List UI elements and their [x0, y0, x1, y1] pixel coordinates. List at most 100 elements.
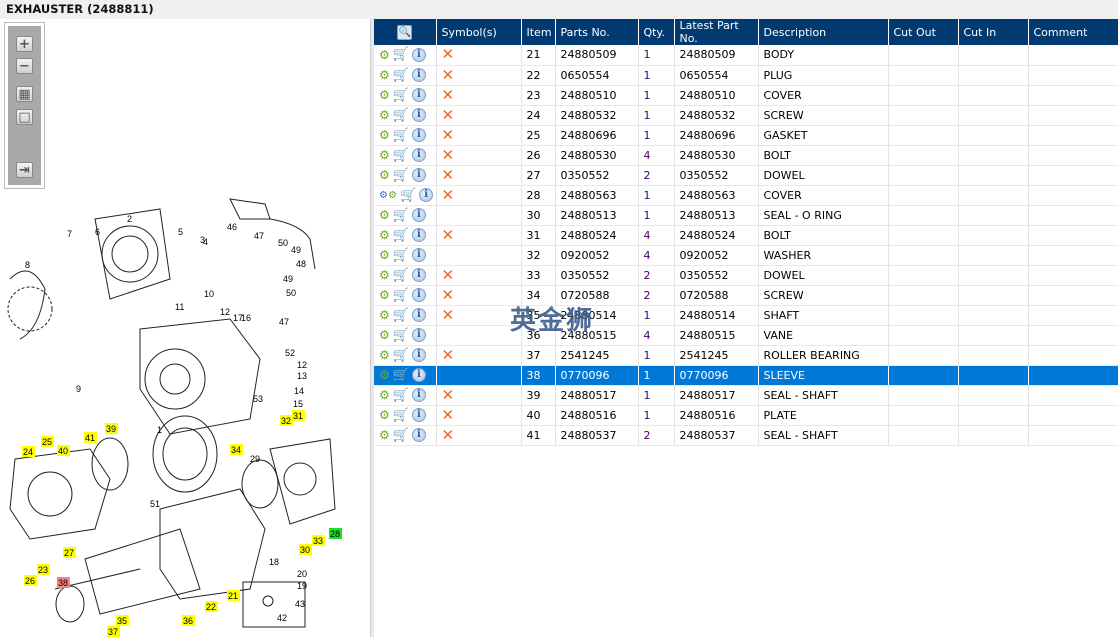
callout-14[interactable]: 14 [294, 386, 304, 396]
gear-icon[interactable]: ⚙ [379, 328, 390, 342]
column-header[interactable]: Cut In [958, 19, 1029, 45]
callout-18[interactable]: 18 [269, 557, 279, 567]
gear-icon[interactable]: ⚙ [379, 48, 390, 62]
callout-37[interactable]: 37 [107, 626, 120, 637]
callout-34[interactable]: 34 [230, 444, 243, 455]
cart-icon[interactable]: 🛒 [393, 288, 409, 303]
callout-52[interactable]: 52 [285, 348, 295, 358]
info-icon[interactable]: i [411, 408, 426, 422]
gear-icon[interactable]: ⚙ [379, 88, 390, 102]
table-row[interactable]: ⚙ 🛒 i ✕ 22 0650554 1 0650554 PLUG [374, 65, 1118, 86]
column-header[interactable]: Latest Part No. [674, 19, 759, 45]
table-row[interactable]: ⚙ 🛒 i ✕ 37 2541245 1 2541245 ROLLER BEARING [374, 345, 1118, 366]
callout-23[interactable]: 23 [37, 564, 50, 575]
callout-11[interactable]: 11 [175, 302, 184, 312]
callout-49[interactable]: 49 [283, 274, 293, 284]
callout-31[interactable]: 31 [292, 410, 305, 421]
column-header[interactable]: Cut Out [888, 19, 959, 45]
callout-33[interactable]: 33 [312, 535, 325, 546]
callout-6[interactable]: 6 [95, 227, 100, 237]
callout-47[interactable]: 47 [279, 317, 289, 327]
info-icon[interactable]: i [411, 348, 426, 362]
callout-8[interactable]: 8 [25, 260, 30, 270]
column-header[interactable]: Item [521, 19, 556, 45]
table-row[interactable]: ⚙ 🛒 i ✕ 40 24880516 1 24880516 PLATE [374, 405, 1118, 426]
cart-icon[interactable]: 🛒 [393, 308, 409, 323]
callout-15[interactable]: 15 [293, 399, 303, 409]
callout-25[interactable]: 25 [41, 436, 54, 447]
callout-5[interactable]: 5 [178, 227, 183, 237]
gear-icon[interactable]: ⚙ [379, 228, 390, 242]
gear-icon[interactable]: ⚙ [379, 308, 390, 322]
callout-32[interactable]: 32 [280, 415, 293, 426]
cart-icon[interactable]: 🛒 [393, 68, 409, 83]
table-row[interactable]: ⚙ 🛒 i ✕ 33 0350552 2 0350552 DOWEL [374, 265, 1118, 286]
table-row[interactable]: ⚙ 🛒 i ✕ 41 24880537 2 24880537 SEAL - SHAFT [374, 425, 1118, 446]
cart-icon[interactable]: 🛒 [393, 368, 409, 383]
info-icon[interactable]: i [411, 328, 426, 342]
callout-24[interactable]: 24 [22, 446, 35, 457]
callout-30[interactable]: 30 [299, 544, 312, 555]
gear-icon[interactable]: ⚙ [379, 388, 390, 402]
table-row[interactable]: ⚙ 🛒 i ✕ 25 24880696 1 24880696 GASKET [374, 125, 1118, 146]
callout-36[interactable]: 36 [182, 615, 195, 626]
cart-icon[interactable]: 🛒 [393, 47, 409, 62]
callout-46[interactable]: 46 [227, 222, 237, 232]
cart-icon[interactable]: 🛒 [393, 248, 409, 263]
info-icon[interactable]: i [411, 68, 426, 82]
info-icon[interactable]: i [411, 388, 426, 402]
callout-16[interactable]: 16 [241, 313, 251, 323]
gear-icon[interactable]: ⚙ [379, 428, 390, 442]
table-row[interactable]: ⚙ 🛒 i ✕ 39 24880517 1 24880517 SEAL - SHAFT [374, 385, 1118, 406]
callout-49[interactable]: 49 [291, 245, 301, 255]
cart-icon[interactable]: 🛒 [393, 88, 409, 103]
callout-19[interactable]: 19 [297, 581, 307, 591]
table-row[interactable]: ⚙⚙ 🛒 i ✕ 28 24880563 1 24880563 COVER [374, 185, 1118, 206]
info-icon[interactable]: i [411, 248, 426, 262]
callout-48[interactable]: 48 [296, 259, 306, 269]
table-row[interactable]: ⚙ 🛒 i ✕ 24 24880532 1 24880532 SCREW [374, 105, 1118, 126]
gear-icon[interactable]: ⚙ [379, 128, 390, 142]
cart-icon[interactable]: 🛒 [393, 148, 409, 163]
cart-icon[interactable]: 🛒 [393, 208, 409, 223]
info-icon[interactable]: i [419, 188, 434, 202]
cart-icon[interactable]: 🛒 [393, 268, 409, 283]
search-filter-icon[interactable]: 🔍 [397, 24, 413, 40]
gear-icon[interactable]: ⚙ [379, 288, 390, 302]
callout-7[interactable]: 7 [67, 229, 72, 239]
column-header[interactable]: Parts No. [555, 19, 639, 45]
info-icon[interactable]: i [411, 128, 426, 142]
callout-2[interactable]: 2 [127, 214, 132, 224]
cart-icon[interactable]: 🛒 [393, 408, 409, 423]
info-icon[interactable]: i [411, 368, 426, 382]
cart-icon[interactable]: 🛒 [393, 228, 409, 243]
callout-39[interactable]: 39 [105, 423, 118, 434]
callout-50[interactable]: 50 [286, 288, 296, 298]
actual-size-button[interactable]: □ [16, 109, 33, 125]
callout-50[interactable]: 50 [278, 238, 288, 248]
info-icon[interactable]: i [411, 428, 426, 442]
callout-28[interactable]: 28 [329, 528, 342, 539]
callout-26[interactable]: 26 [24, 575, 37, 586]
callout-22[interactable]: 22 [205, 601, 218, 612]
callout-27[interactable]: 27 [63, 547, 76, 558]
info-icon[interactable]: i [411, 308, 426, 322]
callout-51[interactable]: 51 [150, 499, 160, 509]
info-icon[interactable]: i [411, 47, 426, 62]
callout-29[interactable]: 29 [250, 454, 260, 464]
info-icon[interactable]: i [411, 288, 426, 302]
fit-view-button[interactable]: ▦ [16, 86, 33, 102]
callout-20[interactable]: 20 [297, 569, 307, 579]
callout-53[interactable]: 53 [253, 394, 263, 404]
gear-icon[interactable]: ⚙ [379, 248, 390, 262]
cart-icon[interactable]: 🛒 [393, 108, 409, 123]
cart-icon[interactable]: 🛒 [393, 388, 409, 403]
table-row[interactable]: ⚙ 🛒 i ✕ 26 24880530 4 24880530 BOLT [374, 145, 1118, 166]
gear-icon[interactable]: ⚙ [379, 168, 390, 182]
callout-13[interactable]: 13 [297, 371, 307, 381]
table-row[interactable]: ⚙ 🛒 i ✕ 21 24880509 1 24880509 BODY [374, 45, 1118, 66]
multi-gear-icon[interactable]: ⚙⚙ [379, 190, 397, 201]
callout-35[interactable]: 35 [116, 615, 129, 626]
cart-icon[interactable]: 🛒 [393, 168, 409, 183]
callout-21[interactable]: 21 [227, 590, 240, 601]
